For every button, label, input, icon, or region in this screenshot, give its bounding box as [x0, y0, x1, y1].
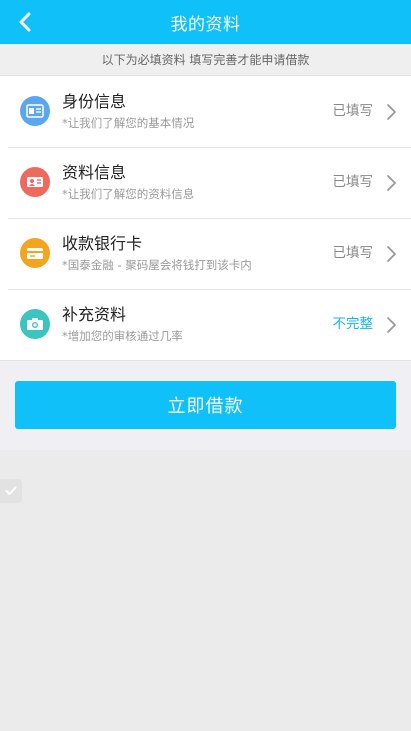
list-item-bank-card[interactable]: 收款银行卡 *国泰金融 - 聚码屋会将钱打到该卡内 已填写 — [0, 218, 411, 289]
top-bar: 我的资料 — [0, 0, 411, 44]
item-title: 补充资料 — [62, 305, 127, 324]
list-item-supplementary-info[interactable]: 补充资料 *增加您的审核通过几率 不完整 — [0, 289, 411, 360]
item-subtitle: *让我们了解您的基本情况 — [62, 116, 195, 130]
camera-icon — [20, 309, 50, 339]
chevron-left-icon — [19, 12, 31, 32]
checkmark-icon — [5, 486, 17, 495]
profile-section-list: 身份信息 *让我们了解您的基本情况 已填写 资料信息 *让我们了解您的资料信息 … — [0, 76, 411, 361]
back-button[interactable] — [12, 9, 38, 35]
lower-background — [0, 450, 411, 731]
chevron-right-icon — [387, 104, 396, 120]
status-text: 已填写 — [332, 174, 374, 190]
item-title: 身份信息 — [62, 92, 127, 111]
id-card-icon — [20, 96, 50, 126]
profile-card-icon — [20, 167, 50, 197]
status-text: 已填写 — [332, 103, 374, 119]
page-title: 我的资料 — [170, 14, 241, 35]
status-text: 已填写 — [332, 245, 374, 261]
status-text: 不完整 — [332, 316, 374, 332]
item-subtitle: *让我们了解您的资料信息 — [62, 187, 195, 201]
chevron-right-icon — [387, 246, 396, 262]
agreement-checkbox[interactable] — [0, 479, 22, 503]
bank-card-icon — [20, 238, 50, 268]
list-item-identity-info[interactable]: 身份信息 *让我们了解您的基本情况 已填写 — [0, 76, 411, 147]
chevron-right-icon — [387, 317, 396, 333]
chevron-right-icon — [387, 175, 396, 191]
item-subtitle: *国泰金融 - 聚码屋会将钱打到该卡内 — [62, 258, 252, 272]
item-subtitle: *增加您的审核通过几率 — [62, 329, 183, 343]
list-item-profile-info[interactable]: 资料信息 *让我们了解您的资料信息 已填写 — [0, 147, 411, 218]
required-info-notice: 以下为必填资料 填写完善才能申请借款 — [0, 44, 411, 76]
apply-loan-button[interactable]: 立即借款 — [15, 381, 396, 429]
item-title: 收款银行卡 — [62, 234, 143, 253]
item-title: 资料信息 — [62, 163, 127, 182]
